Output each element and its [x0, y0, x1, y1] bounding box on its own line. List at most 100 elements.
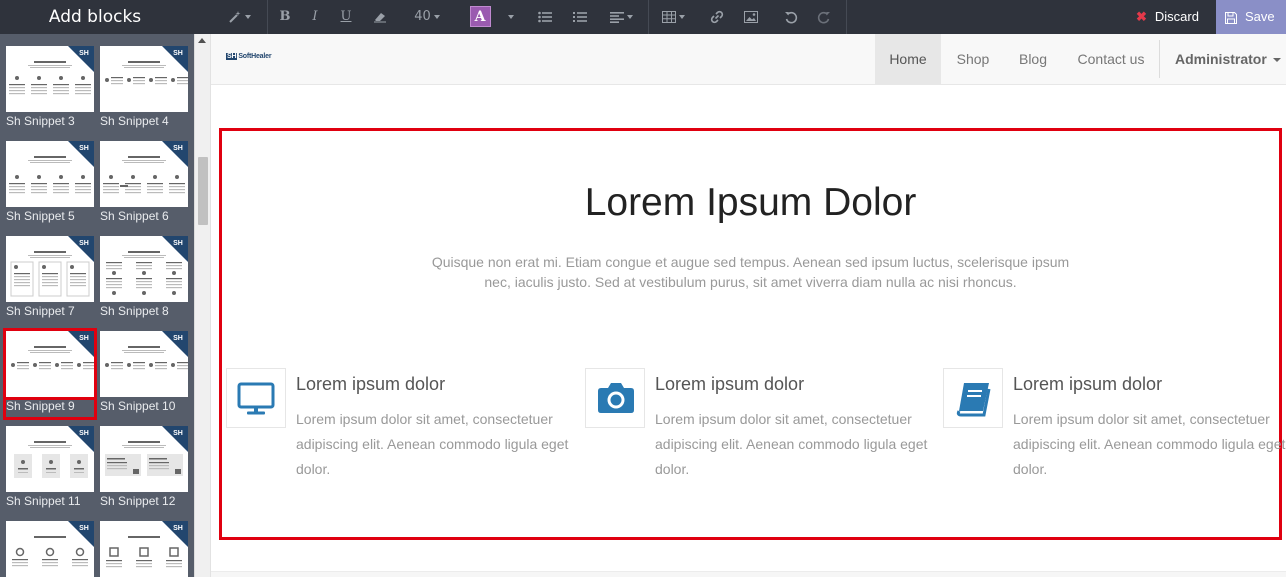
- nav-divider: [1159, 40, 1160, 78]
- nav-blog[interactable]: Blog: [1005, 34, 1061, 84]
- snippet-tile[interactable]: SH Sh Snippet 6: [100, 141, 188, 225]
- snippet-tile[interactable]: SH Sh Snippet 3: [6, 46, 94, 130]
- snippet-badge-text: SH: [173, 50, 183, 57]
- snippet-badge-text: SH: [173, 430, 183, 437]
- nav-shop[interactable]: Shop: [941, 34, 1005, 84]
- snippet-thumbnail: SH: [100, 236, 188, 302]
- snippet-label: Sh Snippet 4: [100, 114, 169, 128]
- snippet-badge-text: SH: [173, 335, 183, 342]
- style-dropdown[interactable]: [224, 0, 254, 34]
- feature-item[interactable]: Lorem ipsum dolor Lorem ipsum dolor sit …: [943, 368, 1286, 488]
- snippet-tile[interactable]: SH Sh Snippet 9: [3, 328, 97, 420]
- feature-icon-box: [226, 368, 286, 428]
- magic-wand-icon: [228, 10, 240, 23]
- save-button[interactable]: Save: [1216, 0, 1286, 34]
- image-icon: [744, 10, 758, 23]
- snippet-thumbnail: SH: [100, 331, 188, 397]
- undo-icon: [785, 11, 798, 23]
- scrollbar-thumb[interactable]: [198, 157, 208, 225]
- page-canvas: SH SoftHealer Home Shop Blog Contact us A…: [210, 34, 1286, 577]
- user-menu-label: Administrator: [1175, 51, 1267, 67]
- font-size-dropdown[interactable]: 40: [410, 0, 444, 34]
- snippet-label: Sh Snippet 12: [100, 494, 176, 508]
- font-color-button[interactable]: A: [468, 0, 492, 34]
- snippet-thumbnail: SH: [100, 521, 188, 577]
- snippet-label: Sh Snippet 8: [100, 304, 169, 318]
- snippet-badge-text: SH: [79, 430, 89, 437]
- snippet-badge-text: SH: [173, 525, 183, 532]
- undo-button[interactable]: [782, 0, 800, 34]
- snippet-badge-text: SH: [79, 335, 89, 342]
- snippet-tile[interactable]: SH Sh Snippet 5: [6, 141, 94, 225]
- italic-button[interactable]: I: [306, 0, 324, 34]
- logo-text: SoftHealer: [238, 53, 272, 60]
- eraser-button[interactable]: [370, 0, 390, 34]
- insert-image-button[interactable]: [742, 0, 760, 34]
- snippet-badge-text: SH: [173, 240, 183, 247]
- camera-icon: [598, 383, 634, 413]
- feature-item[interactable]: Lorem ipsum dolor Lorem ipsum dolor sit …: [226, 368, 571, 488]
- snippet-label: Sh Snippet 3: [6, 114, 75, 128]
- snippet-tile[interactable]: SH Sh Snippet 11: [6, 426, 94, 510]
- page-footer-edge: [211, 571, 1286, 577]
- user-menu-dropdown[interactable]: Administrator: [1175, 34, 1281, 84]
- font-size-value: 40: [414, 9, 431, 24]
- snippet-thumbnail: SH: [6, 236, 94, 302]
- snippet-label: Sh Snippet 10: [100, 399, 176, 413]
- snippet-thumbnail: SH: [6, 426, 94, 492]
- snippet-label: Sh Snippet 6: [100, 209, 169, 223]
- feature-text: Lorem ipsum dolor sit amet, consectetuer…: [296, 411, 569, 477]
- feature-title: Lorem ipsum dolor: [655, 374, 805, 394]
- bold-button[interactable]: B: [276, 0, 294, 34]
- save-label: Save: [1245, 9, 1275, 24]
- snippet-tile[interactable]: SH Sh Snippet 7: [6, 236, 94, 320]
- snippet-thumbnail: SH: [100, 46, 188, 112]
- snippet-tile[interactable]: SH: [100, 521, 188, 577]
- feature-icon-box: [943, 368, 1003, 428]
- snippet-thumbnail: SH: [100, 141, 188, 207]
- chevron-down-icon: [1272, 58, 1281, 63]
- feature-text: Lorem ipsum dolor sit amet, consectetuer…: [655, 411, 928, 477]
- logo-mark: SH: [226, 53, 238, 60]
- numbered-list-button[interactable]: [571, 0, 589, 34]
- floppy-disk-icon: [1225, 11, 1237, 24]
- close-icon: ✖: [1136, 9, 1147, 24]
- bulleted-list-button[interactable]: [536, 0, 554, 34]
- sidebar-scrollbar[interactable]: [194, 34, 210, 577]
- snippet-badge-text: SH: [173, 145, 183, 152]
- eraser-icon: [374, 12, 386, 22]
- snippet-badge-text: SH: [79, 50, 89, 57]
- site-logo[interactable]: SH SoftHealer: [226, 53, 272, 60]
- feature-item[interactable]: Lorem ipsum dolor Lorem ipsum dolor sit …: [585, 368, 930, 488]
- discard-button[interactable]: ✖ Discard: [1126, 0, 1216, 34]
- redo-icon: [817, 11, 830, 23]
- link-icon: [710, 10, 724, 23]
- table-dropdown[interactable]: [658, 0, 688, 34]
- numbered-list-icon: [573, 11, 587, 22]
- bullet-list-icon: [538, 11, 552, 22]
- font-color-dropdown[interactable]: [504, 0, 518, 34]
- nav-home[interactable]: Home: [875, 34, 941, 84]
- block-description[interactable]: Quisque non erat mi. Etiam congue et aug…: [422, 252, 1079, 292]
- snippet-thumbnail: SH: [6, 46, 94, 112]
- underline-button[interactable]: U: [337, 0, 355, 34]
- snippet-badge-text: SH: [79, 240, 89, 247]
- feature-icon-box: [585, 368, 645, 428]
- snippet-label: Sh Snippet 11: [6, 494, 81, 508]
- scroll-up-arrow-icon[interactable]: [198, 38, 206, 43]
- snippet-label: Sh Snippet 9: [6, 399, 75, 413]
- site-navbar: SH SoftHealer Home Shop Blog Contact us A…: [211, 34, 1286, 85]
- link-button[interactable]: [708, 0, 726, 34]
- block-title[interactable]: Lorem Ipsum Dolor: [222, 181, 1279, 225]
- snippet-label: Sh Snippet 7: [6, 304, 75, 318]
- snippet-tile[interactable]: SH Sh Snippet 8: [100, 236, 188, 320]
- snippet-tile[interactable]: SH Sh Snippet 4: [100, 46, 188, 130]
- redo-button[interactable]: [815, 0, 833, 34]
- nav-contact-us[interactable]: Contact us: [1061, 34, 1161, 84]
- selected-snippet-block[interactable]: Lorem Ipsum Dolor Quisque non erat mi. E…: [219, 128, 1285, 540]
- paragraph-align-dropdown[interactable]: [606, 0, 636, 34]
- snippet-tile[interactable]: SH Sh Snippet 12: [100, 426, 188, 510]
- snippet-tile[interactable]: SH Sh Snippet 10: [100, 331, 188, 415]
- snippet-badge-text: SH: [79, 145, 89, 152]
- snippet-tile[interactable]: SH: [6, 521, 94, 577]
